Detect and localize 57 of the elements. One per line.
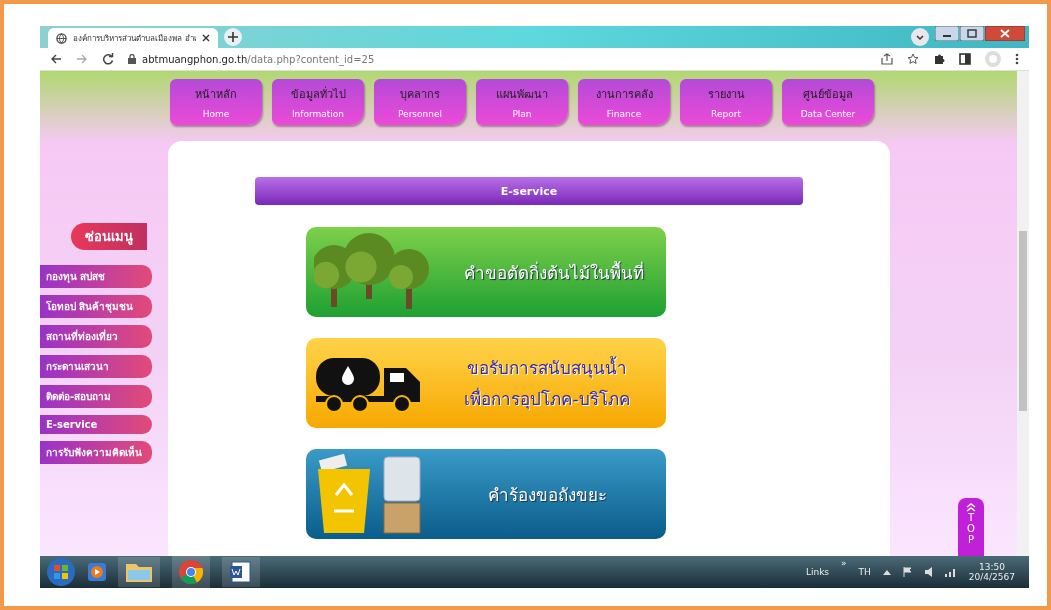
chrome-icon[interactable]: [172, 556, 210, 588]
toolbar-chevron[interactable]: »: [841, 558, 847, 568]
maximize-icon[interactable]: [960, 26, 984, 41]
lock-icon: [128, 54, 136, 64]
more-icon[interactable]: [1015, 53, 1019, 65]
tab-title: องค์การบริหารส่วนตำบลเมืองพล อำเ: [73, 32, 196, 45]
service-title: คำขอตัดกิ่งต้นไม้ในพื้นที่: [462, 260, 645, 285]
minimize-icon[interactable]: [935, 26, 959, 41]
service-title: ขอรับการสนับสนุนน้ำ เพื่อการอุปโภค-บริโภค: [463, 355, 631, 412]
close-icon[interactable]: [202, 34, 210, 42]
nav-tab[interactable]: ศูนย์ข้อมูล Data Center: [782, 79, 874, 125]
start-button-icon[interactable]: [46, 557, 76, 587]
speaker-icon[interactable]: [924, 567, 933, 577]
sidebar-link[interactable]: สถานที่ท่องเที่ยว: [40, 325, 152, 348]
nav-tab[interactable]: หน้าหลัก Home: [170, 79, 262, 125]
address-field[interactable]: abtmuangphon.go.th/data.php?content_id=25: [128, 50, 867, 68]
sidebar-link[interactable]: กระดานเสวนา: [40, 355, 152, 378]
folder-icon[interactable]: [118, 557, 160, 587]
back-icon[interactable]: [50, 53, 62, 65]
globe-icon: [56, 32, 67, 44]
service-banner[interactable]: คำขอตัดกิ่งต้นไม้ในพื้นที่: [306, 227, 666, 317]
nav-tab[interactable]: แผนพัฒนา Plan: [476, 79, 568, 125]
signal-icon[interactable]: [944, 567, 957, 577]
share-icon[interactable]: [881, 53, 893, 65]
clock-time: 13:50: [978, 562, 1005, 572]
nav-tab[interactable]: งานการคลัง Finance: [578, 79, 670, 125]
new-tab-icon[interactable]: [224, 28, 242, 46]
puzzle-icon[interactable]: [933, 53, 945, 65]
flag-icon[interactable]: [902, 567, 913, 577]
sidebar-link[interactable]: โอทอป สินค้าชุมชน: [40, 295, 152, 318]
sidebar-icon[interactable]: [959, 53, 971, 65]
nav-tab[interactable]: บุคลากร Personnel: [374, 79, 466, 125]
links-toolbar[interactable]: Links: [805, 567, 830, 577]
browser-tab[interactable]: องค์การบริหารส่วนตำบลเมืองพล อำเ: [48, 28, 218, 48]
star-icon[interactable]: [907, 53, 919, 65]
sidebar-link[interactable]: การรับฟังความคิดเห็น: [40, 441, 152, 464]
dropdown-icon[interactable]: [911, 28, 929, 46]
section-header: E-service: [255, 177, 803, 205]
tray-arrow-icon[interactable]: [882, 569, 891, 575]
chevrons-up-icon: [966, 502, 976, 512]
sidebar-link[interactable]: กองทุน สปสช: [40, 265, 152, 288]
word-icon[interactable]: [222, 557, 260, 587]
media-player-icon[interactable]: [88, 563, 106, 581]
clock-date: 20/4/2567: [968, 572, 1015, 582]
scrollbar[interactable]: [1017, 71, 1029, 556]
service-banner[interactable]: ขอรับการสนับสนุนน้ำ เพื่อการอุปโภค-บริโภค: [306, 338, 666, 428]
sidebar-link[interactable]: ติดต่อ-สอบถาม: [40, 385, 152, 408]
back-to-top-button[interactable]: T O P: [958, 498, 984, 556]
service-title: คำร้องขอถังขยะ: [486, 483, 608, 507]
service-banner[interactable]: คำร้องขอถังขยะ: [306, 449, 666, 539]
nav-tab[interactable]: รายงาน Report: [680, 79, 772, 125]
reload-icon[interactable]: [102, 53, 114, 65]
language-indicator[interactable]: TH: [858, 567, 871, 577]
nav-tab[interactable]: ข้อมูลทั่วไป Information: [272, 79, 364, 125]
close-window-icon[interactable]: [985, 26, 1025, 41]
sidebar-link[interactable]: E-service: [40, 415, 152, 434]
hide-menu-tab[interactable]: ซ่อนเมนู: [71, 223, 147, 250]
